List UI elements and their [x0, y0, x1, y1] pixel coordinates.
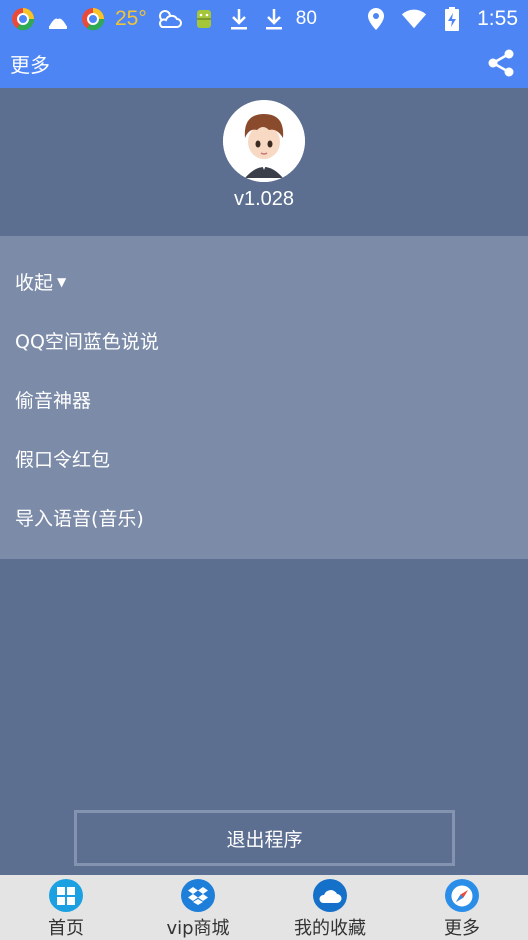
nav-item-home[interactable]: 首页 — [0, 875, 132, 940]
nav-item-favorites[interactable]: 我的收藏 — [264, 875, 396, 940]
menu-item-collapse[interactable]: 收起 ▼ — [0, 252, 528, 311]
menu-panel: 收起 ▼ QQ空间蓝色说说 偷音神器 假口令红包 导入语音(音乐) — [0, 236, 528, 559]
game-app-icon — [45, 6, 71, 32]
location-icon — [363, 6, 389, 32]
temperature-text: 25° — [115, 7, 147, 30]
avatar[interactable] — [223, 100, 305, 182]
nav-item-more[interactable]: 更多 — [396, 875, 528, 940]
nav-label: 更多 — [444, 918, 480, 939]
app-bar: 更多 — [0, 38, 528, 88]
menu-item-label: QQ空间蓝色说说 — [15, 331, 159, 353]
chrome-app-icon-2 — [80, 6, 106, 32]
caret-down-icon: ▼ — [57, 274, 67, 289]
nav-label: vip商城 — [166, 918, 230, 939]
nav-label: 我的收藏 — [294, 918, 366, 939]
android-icon — [191, 6, 217, 32]
bottom-nav: 首页 vip商城 我的收藏 更多 — [0, 875, 528, 940]
windows-icon — [49, 879, 83, 912]
status-left: 25° 80 — [10, 6, 317, 32]
chrome-app-icon — [10, 6, 36, 32]
status-right: 1:55 — [363, 6, 518, 32]
menu-item-import-audio[interactable]: 导入语音(音乐) — [0, 488, 528, 547]
menu-item-label: 偷音神器 — [15, 390, 92, 412]
weather-cloud-icon — [156, 6, 182, 32]
version-text: v1.028 — [233, 188, 295, 210]
menu-item-label: 收起 — [15, 272, 54, 294]
clock-text: 1:55 — [477, 7, 518, 30]
share-icon — [488, 49, 514, 77]
wifi-icon — [401, 6, 427, 32]
cloud-icon — [313, 879, 347, 912]
menu-item-audio-grabber[interactable]: 偷音神器 — [0, 370, 528, 429]
battery-percent-text: 80 — [295, 8, 317, 29]
compass-icon — [445, 879, 479, 912]
page-title: 更多 — [10, 52, 50, 77]
menu-item-label: 假口令红包 — [15, 449, 111, 471]
status-bar: 25° 80 1:55 — [0, 0, 528, 38]
share-button[interactable] — [484, 46, 518, 80]
nav-label: 首页 — [48, 918, 84, 939]
menu-item-fake-red-packet[interactable]: 假口令红包 — [0, 429, 528, 488]
download-icon-2 — [261, 6, 287, 32]
exit-button[interactable]: 退出程序 — [74, 810, 455, 866]
menu-item-label: 导入语音(音乐) — [15, 508, 144, 530]
nav-item-vip-mall[interactable]: vip商城 — [132, 875, 264, 940]
profile-section: v1.028 — [0, 88, 528, 236]
dropbox-icon — [181, 879, 215, 912]
menu-item-qzone-blue-post[interactable]: QQ空间蓝色说说 — [0, 311, 528, 370]
download-icon — [226, 6, 252, 32]
battery-charging-icon — [439, 6, 465, 32]
